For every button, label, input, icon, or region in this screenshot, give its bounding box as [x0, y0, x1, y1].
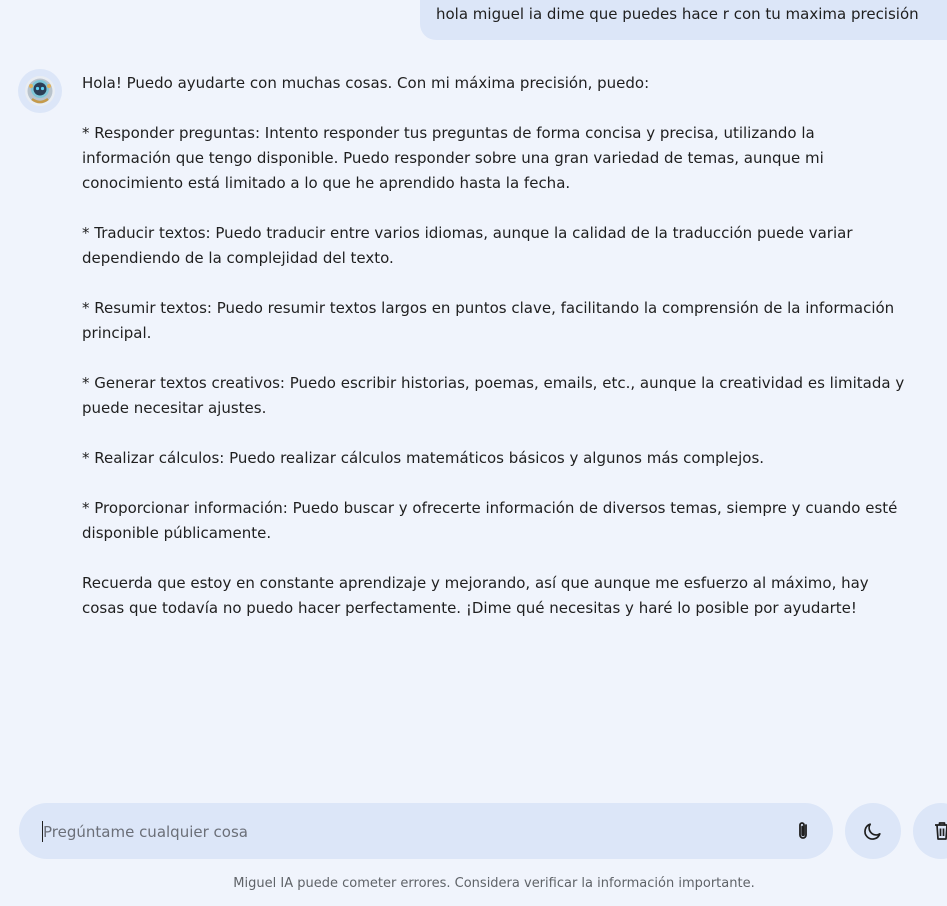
trash-icon [935, 822, 947, 840]
composer-bar [19, 803, 833, 859]
paragraph-text: * Realizar cálculos: Puedo realizar cálc… [82, 449, 765, 467]
theme-toggle-button[interactable] [845, 803, 901, 859]
paragraph-text: * Traducir textos: Puedo traducir entre … [82, 224, 853, 267]
paragraph-text: * Proporcionar información: Puedo buscar… [82, 499, 898, 542]
disclaimer-text: Miguel IA puede cometer errores. Conside… [233, 876, 755, 891]
assistant-paragraph-calculations: * Realizar cálculos: Puedo realizar cálc… [82, 446, 947, 471]
paperclip-icon [799, 822, 807, 839]
paragraph-text: * Responder preguntas: Intento responder… [82, 124, 824, 192]
robot-avatar-icon [25, 76, 55, 106]
assistant-message: Hola! Puedo ayudarte con muchas cosas. C… [82, 71, 947, 646]
chat-page: hola miguel ia dime que puedes hace r co… [0, 0, 947, 906]
assistant-avatar [18, 69, 62, 113]
assistant-paragraph-summarize: * Resumir textos: Puedo resumir textos l… [82, 296, 947, 346]
assistant-paragraph-closing: Recuerda que estoy en constante aprendiz… [82, 571, 947, 621]
assistant-paragraph-intro: Hola! Puedo ayudarte con muchas cosas. C… [82, 74, 650, 92]
paragraph-text: * Generar textos creativos: Puedo escrib… [82, 374, 905, 417]
assistant-paragraph-translate: * Traducir textos: Puedo traducir entre … [82, 221, 947, 271]
assistant-paragraph-creative: * Generar textos creativos: Puedo escrib… [82, 371, 947, 421]
assistant-paragraph-information: * Proporcionar información: Puedo buscar… [82, 496, 947, 546]
chat-input[interactable] [41, 817, 765, 847]
paragraph-text: * Resumir textos: Puedo resumir textos l… [82, 299, 895, 342]
user-message-bubble: hola miguel ia dime que puedes hace r co… [420, 0, 947, 40]
moon-icon [864, 823, 881, 840]
clear-chat-button[interactable] [913, 803, 947, 859]
user-message-text: hola miguel ia dime que puedes hace r co… [436, 5, 919, 23]
text-cursor [42, 821, 43, 842]
assistant-paragraph-answer-questions: * Responder preguntas: Intento responder… [82, 121, 947, 196]
attach-button[interactable] [789, 817, 817, 845]
paragraph-text: Recuerda que estoy en constante aprendiz… [82, 574, 869, 617]
